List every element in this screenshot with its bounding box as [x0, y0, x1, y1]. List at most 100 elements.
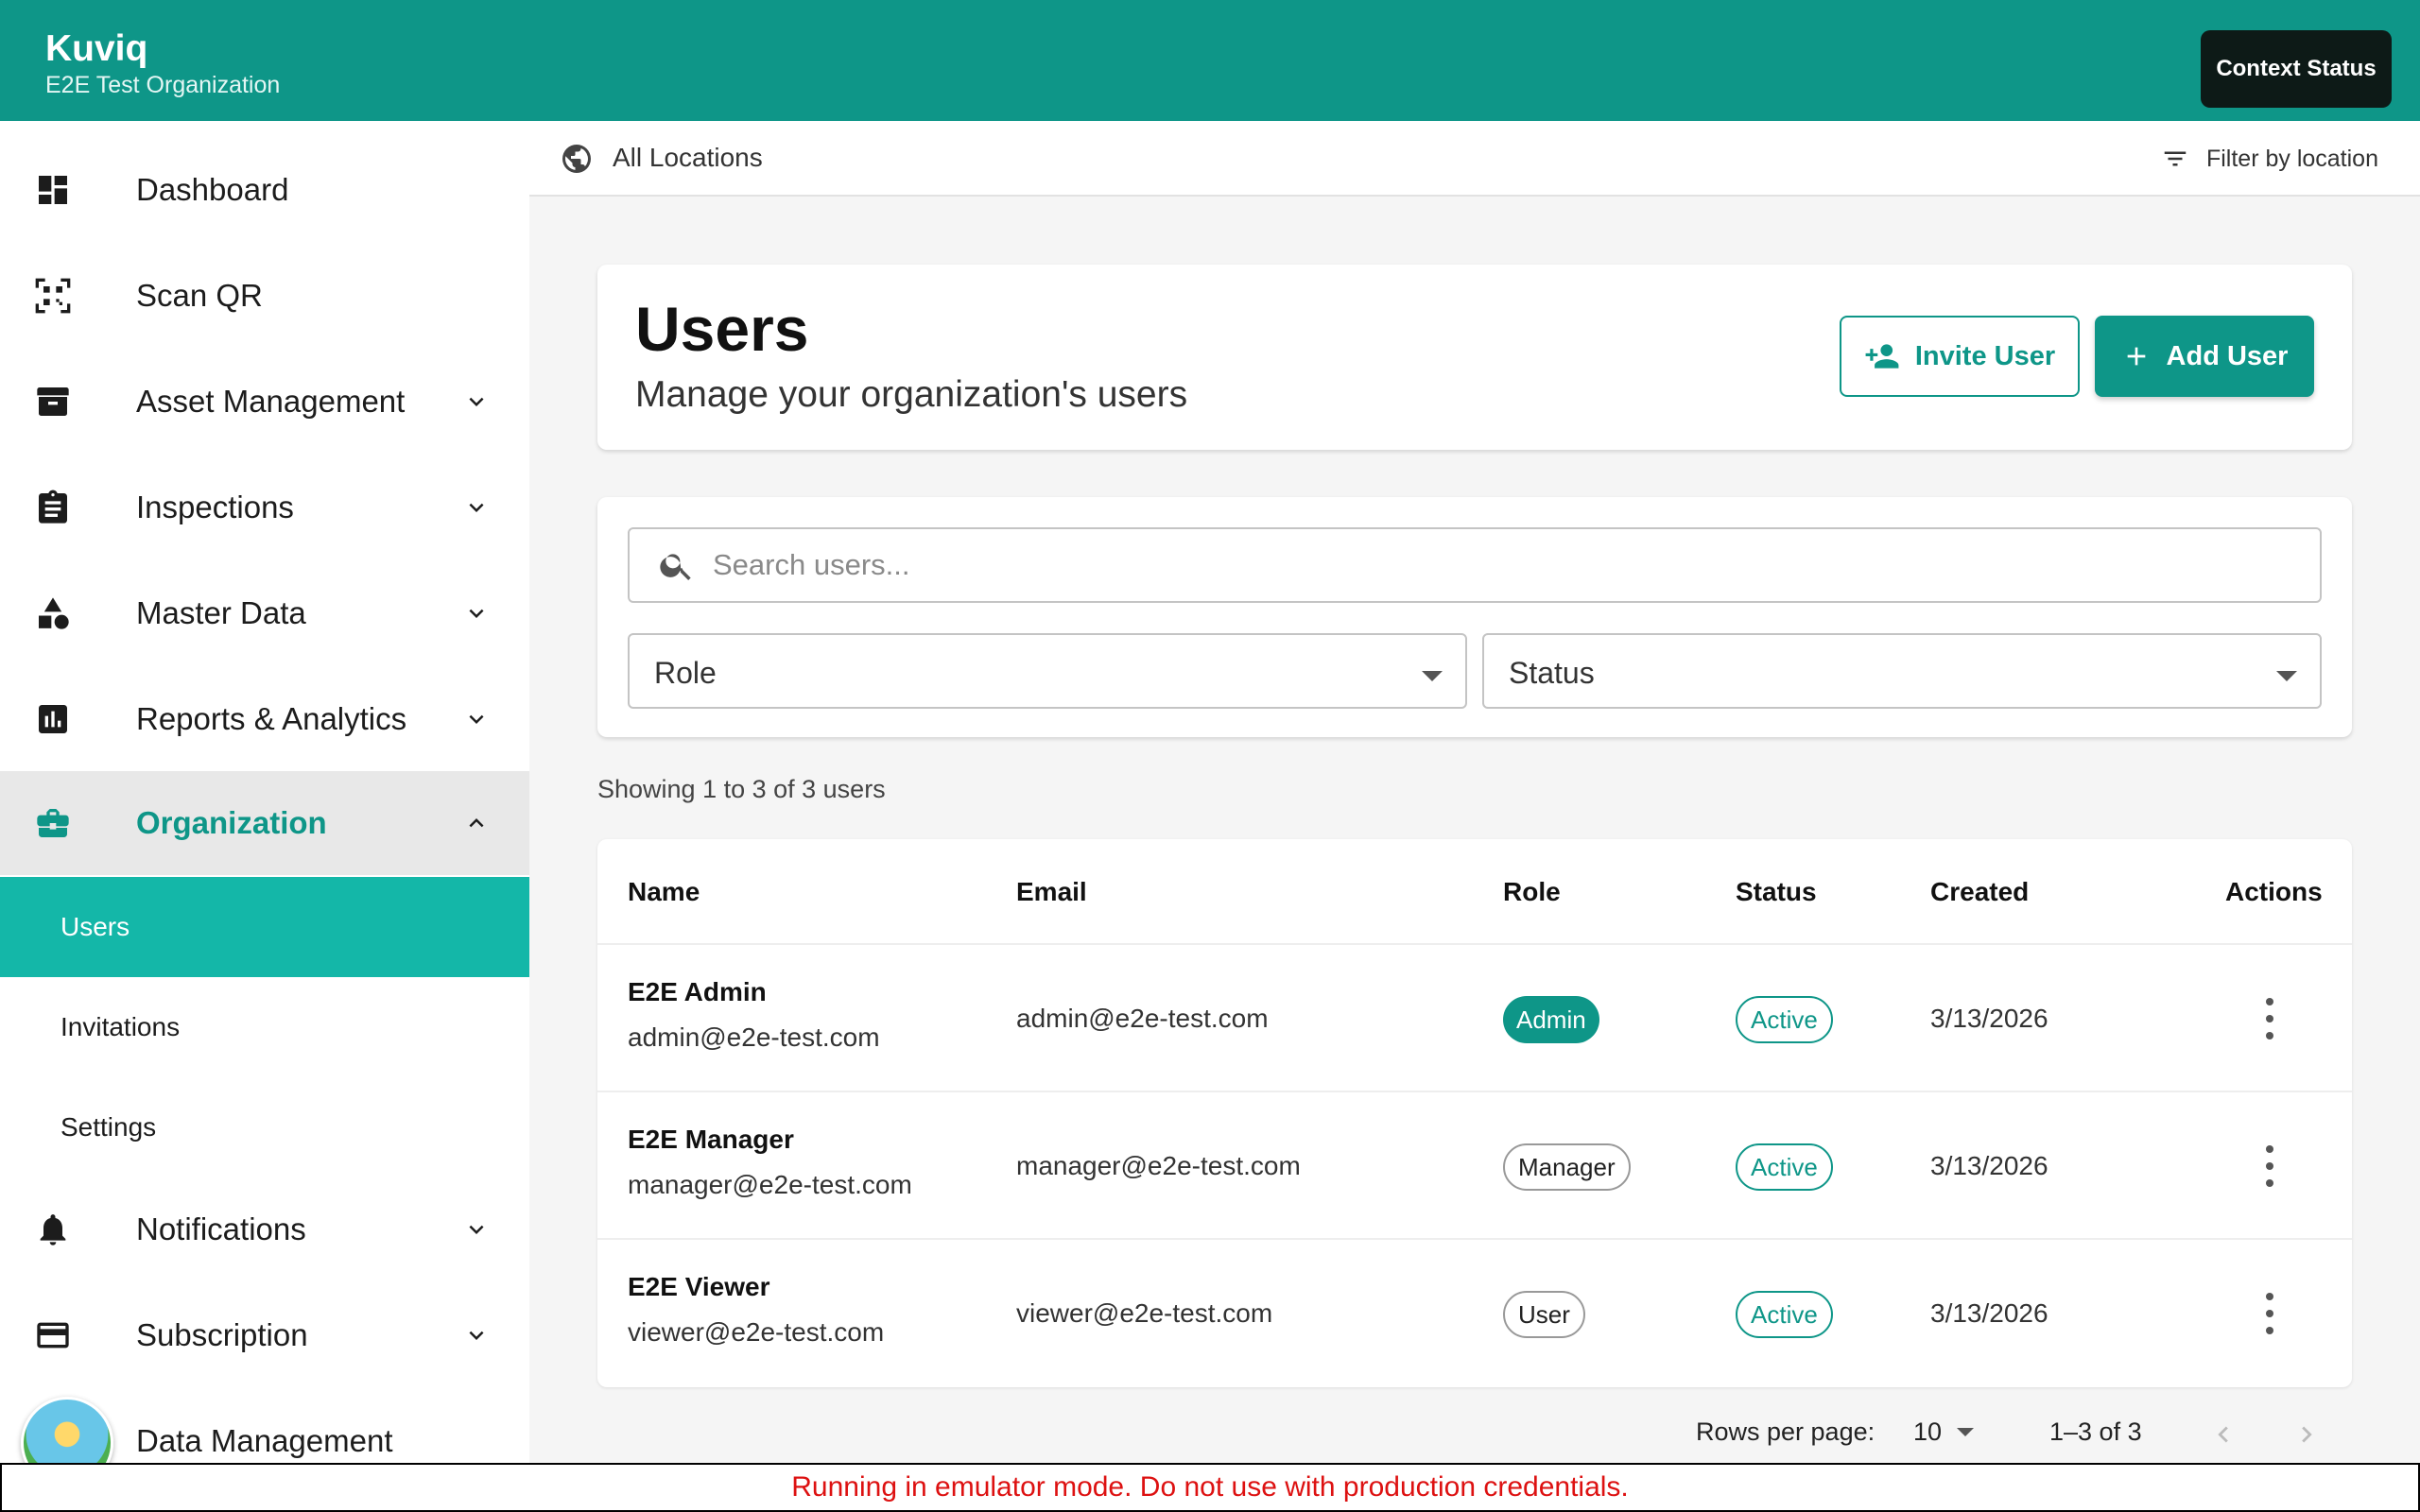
sidebar-item-label: Organization	[136, 805, 327, 840]
search-field[interactable]	[628, 527, 2322, 603]
table-row[interactable]: E2E Admin admin@e2e-test.com admin@e2e-t…	[597, 943, 2352, 1089]
archive-box-icon	[32, 381, 74, 422]
page-title: Users	[635, 294, 809, 364]
sidebar-subitem-settings[interactable]: Settings	[0, 1077, 529, 1177]
sidebar-subitem-label: Settings	[60, 1112, 157, 1142]
page-subtitle: Manage your organization's users	[635, 374, 1188, 415]
status-select[interactable]: Status	[1482, 633, 2322, 709]
app-header: Kuviq E2E Test Organization Context Stat…	[0, 0, 2420, 121]
chevron-down-icon	[459, 596, 493, 630]
sidebar-item-reports-analytics[interactable]: Reports & Analytics	[0, 667, 529, 771]
sidebar-item-label: Notifications	[136, 1211, 306, 1246]
column-header-role[interactable]: Role	[1503, 877, 1561, 907]
sidebar-item-label: Dashboard	[136, 172, 289, 207]
chevron-down-icon	[459, 1212, 493, 1246]
sidebar-subitem-users[interactable]: Users	[0, 877, 529, 977]
next-page-button[interactable]	[2288, 1416, 2325, 1453]
sidebar-item-subscription[interactable]: Subscription	[0, 1283, 529, 1387]
created-date: 3/13/2026	[1930, 1004, 2048, 1033]
sidebar-item-label: Asset Management	[136, 384, 406, 419]
person-add-icon	[1865, 344, 1899, 369]
role-select[interactable]: Role	[628, 633, 1467, 709]
chevron-up-icon	[459, 806, 493, 840]
chevron-down-icon	[459, 385, 493, 419]
page-range: 1–3 of 3	[2049, 1418, 2142, 1446]
role-select-label: Role	[654, 656, 717, 690]
user-email: viewer@e2e-test.com	[1016, 1298, 1273, 1328]
created-date: 3/13/2026	[1930, 1298, 2048, 1328]
rows-per-page-label: Rows per page:	[1696, 1418, 1876, 1446]
role-badge: User	[1503, 1291, 1585, 1338]
more-actions-icon[interactable]	[2256, 1293, 2284, 1334]
sidebar-item-notifications[interactable]: Notifications	[0, 1177, 529, 1281]
page-header-card: Users Manage your organization's users I…	[597, 265, 2352, 450]
add-user-button[interactable]: Add User	[2095, 316, 2314, 397]
sidebar-item-dashboard[interactable]: Dashboard	[0, 138, 529, 242]
app-name: Kuviq	[45, 28, 148, 69]
invite-user-button[interactable]: Invite User	[1840, 316, 2080, 397]
qr-scan-icon	[32, 275, 74, 317]
results-summary: Showing 1 to 3 of 3 users	[597, 775, 886, 803]
status-badge: Active	[1736, 996, 1833, 1043]
chevron-right-icon	[2302, 1426, 2312, 1443]
sidebar-subitem-invitations[interactable]: Invitations	[0, 977, 529, 1077]
rows-per-page-select[interactable]: 10	[1913, 1418, 1975, 1447]
chevron-down-icon	[459, 1318, 493, 1352]
sidebar-item-asset-management[interactable]: Asset Management	[0, 350, 529, 454]
column-header-actions: Actions	[2225, 877, 2323, 906]
filters-card: Role Status	[597, 497, 2352, 737]
rows-per-page-value: 10	[1913, 1418, 1943, 1446]
bar-chart-icon	[32, 698, 74, 740]
column-header-email[interactable]: Email	[1016, 877, 1087, 907]
column-header-name[interactable]: Name	[628, 877, 700, 907]
location-bar: All Locations Filter by location	[529, 121, 2420, 197]
more-actions-icon[interactable]	[2256, 998, 2284, 1040]
table-row[interactable]: E2E Viewer viewer@e2e-test.com viewer@e2…	[597, 1238, 2352, 1383]
sidebar: Dashboard Scan QR Asset Management Inspe…	[0, 121, 529, 1512]
sidebar-item-inspections[interactable]: Inspections	[0, 455, 529, 559]
column-header-created[interactable]: Created	[1930, 877, 2029, 907]
status-badge: Active	[1736, 1291, 1833, 1338]
sidebar-item-master-data[interactable]: Master Data	[0, 561, 529, 665]
sidebar-item-label: Master Data	[136, 595, 306, 630]
sidebar-item-label: Subscription	[136, 1317, 308, 1352]
invite-user-label: Invite User	[1914, 340, 2056, 371]
shapes-icon	[32, 593, 74, 634]
more-actions-icon[interactable]	[2256, 1145, 2284, 1187]
sidebar-item-organization[interactable]: Organization	[0, 771, 529, 875]
filter-icon	[2164, 151, 2187, 166]
context-status-button[interactable]: Context Status	[2201, 30, 2392, 108]
role-badge: Admin	[1503, 996, 1599, 1043]
table-row[interactable]: E2E Manager manager@e2e-test.com manager…	[597, 1091, 2352, 1236]
user-name: E2E Viewer	[628, 1272, 770, 1301]
dropdown-arrow-icon	[1422, 671, 1443, 681]
user-secondary-email: viewer@e2e-test.com	[628, 1317, 885, 1347]
user-name: E2E Manager	[628, 1125, 794, 1154]
sidebar-item-scan-qr[interactable]: Scan QR	[0, 244, 529, 348]
filter-by-location-button[interactable]: Filter by location	[2161, 142, 2378, 176]
filter-label: Filter by location	[2205, 145, 2378, 172]
created-date: 3/13/2026	[1930, 1151, 2048, 1180]
briefcase-icon	[32, 802, 74, 844]
clipboard-icon	[32, 487, 74, 528]
previous-page-button[interactable]	[2204, 1416, 2242, 1453]
emulator-warning-banner: Running in emulator mode. Do not use wit…	[0, 1463, 2420, 1512]
user-email: manager@e2e-test.com	[1016, 1151, 1301, 1180]
chevron-left-icon	[2218, 1426, 2228, 1443]
credit-card-icon	[32, 1314, 74, 1356]
plus-icon	[2127, 347, 2145, 366]
current-location[interactable]: All Locations	[613, 143, 763, 173]
sidebar-item-label: Inspections	[136, 490, 294, 524]
chevron-down-icon	[459, 490, 493, 524]
organization-name: E2E Test Organization	[45, 72, 281, 98]
sidebar-subitem-label: Users	[60, 912, 130, 941]
bell-icon	[32, 1209, 74, 1250]
dropdown-arrow-icon	[2276, 671, 2297, 681]
column-header-status[interactable]: Status	[1736, 877, 1817, 907]
search-input[interactable]	[713, 537, 2301, 593]
user-secondary-email: manager@e2e-test.com	[628, 1170, 912, 1199]
sidebar-item-label: Scan QR	[136, 278, 263, 313]
user-name: E2E Admin	[628, 977, 767, 1006]
status-select-label: Status	[1509, 656, 1595, 690]
globe-icon	[562, 145, 591, 173]
